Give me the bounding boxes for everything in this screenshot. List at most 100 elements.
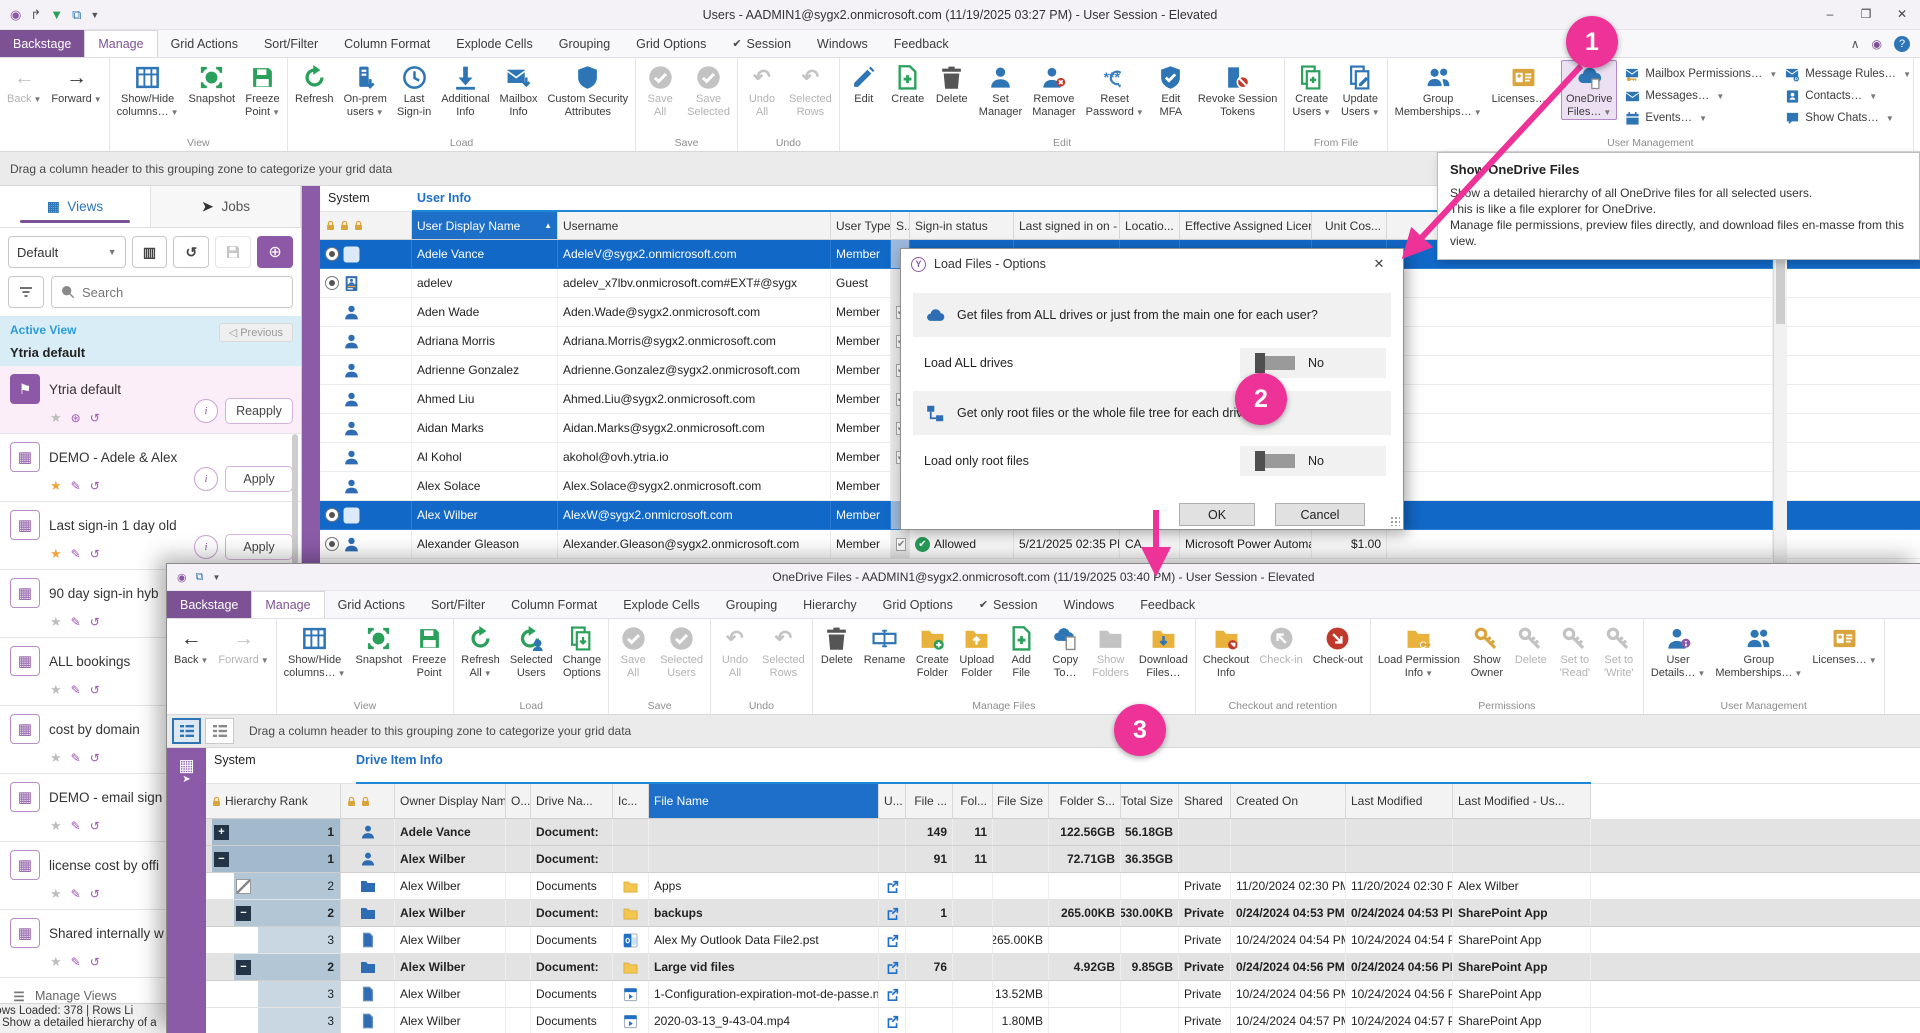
user-details-button[interactable]: UserDetails…▼	[1646, 621, 1711, 681]
user-row-alexander-gleason[interactable]: Alexander GleasonAlexander.Gleason@sygx2…	[320, 530, 1920, 559]
set-to-write-button[interactable]: Set to'Write'	[1597, 621, 1641, 680]
tab-grid-options[interactable]: Grid Options	[870, 591, 966, 618]
tab-manage[interactable]: Manage	[251, 591, 324, 618]
drive-row-1-configuration-expiration-mot-de-passe-n[interactable]: 3Alex WilberDocuments1-Configuration-exp…	[206, 981, 1920, 1008]
minus-expander-icon[interactable]: −	[214, 852, 229, 867]
sidebar-scrollbar[interactable]	[292, 434, 298, 564]
message-rules-button[interactable]: Message Rules…▼	[1785, 63, 1911, 85]
column-header-effective-assigned-licen[interactable]: Effective Assigned Licen...	[1180, 212, 1312, 240]
favorite-star-icon[interactable]: ★	[50, 410, 62, 426]
custom-security-attributes-button[interactable]: Custom SecurityAttributes	[542, 60, 633, 119]
share-icon[interactable]: ↱	[30, 7, 41, 23]
save-all-button[interactable]: SaveAll	[611, 621, 655, 680]
refresh-view-icon[interactable]: ↺	[90, 615, 100, 629]
favorite-star-icon[interactable]: ★	[50, 478, 62, 494]
show-hide-columns-button[interactable]: Show/Hidecolumns…▼	[112, 60, 184, 120]
search-input[interactable]	[82, 285, 283, 300]
mailbox-info-button[interactable]: MailboxInfo	[495, 60, 543, 119]
refresh-view-icon[interactable]: ↺	[90, 751, 100, 765]
column-header-user-display-name[interactable]: User Display Name▲	[412, 212, 558, 240]
rename-button[interactable]: Rename	[859, 621, 911, 668]
drive-row-apps[interactable]: 2Alex WilberDocumentsAppsPrivate11/20/20…	[206, 873, 1920, 900]
grid-flash-icon[interactable]: ▦	[167, 756, 206, 776]
set-to-read-button[interactable]: Set to'Read'	[1553, 621, 1597, 680]
tab-sort-filter[interactable]: Sort/Filter	[418, 591, 498, 618]
tab-session[interactable]: ✔Session	[966, 591, 1051, 618]
column-header-locatio[interactable]: Locatio...	[1120, 212, 1180, 240]
save-all-button[interactable]: SaveAll	[638, 60, 682, 119]
drive-row-adele-vance-1[interactable]: +1Adele VanceDocument:14911122.56GB56.18…	[206, 819, 1920, 846]
apply-view-button[interactable]: Apply	[225, 534, 293, 560]
undo-all-button[interactable]: ↶UndoAll	[740, 60, 784, 119]
favorite-star-icon[interactable]: ★	[50, 750, 62, 766]
edit-view-icon[interactable]: ✎	[71, 479, 81, 493]
tab-manage[interactable]: Manage	[84, 30, 157, 57]
tab-windows[interactable]: Windows	[1051, 591, 1128, 618]
show-folders-button[interactable]: ShowFolders	[1087, 621, 1134, 680]
selection-radio-icon[interactable]	[325, 276, 339, 290]
tab-column-format[interactable]: Column Format	[498, 591, 610, 618]
load-permission-info-button[interactable]: Load PermissionInfo▼	[1373, 621, 1465, 681]
filter-icon[interactable]: ▼	[50, 7, 63, 22]
selected-users-button[interactable]: SelectedUsers	[655, 621, 708, 680]
refresh-view-icon[interactable]: ↺	[90, 479, 100, 493]
edit-view-icon[interactable]: ✎	[71, 887, 81, 901]
edit-view-icon[interactable]: ✎	[71, 955, 81, 969]
refresh-view-icon[interactable]: ↺	[90, 819, 100, 833]
tab-explode-cells[interactable]: Explode Cells	[443, 30, 545, 57]
edit-view-icon[interactable]: ✎	[71, 751, 81, 765]
filter-list-button[interactable]	[8, 276, 44, 308]
column-header-owner-display-name[interactable]: Owner Display Name	[395, 784, 506, 819]
drive-row-alex-my-outlook-data-file2-pst[interactable]: 3Alex WilberDocumentsAlex My Outlook Dat…	[206, 927, 1920, 954]
minimize-button[interactable]: –	[1812, 0, 1848, 28]
copy-icon[interactable]: ⧉	[72, 7, 81, 23]
edit-view-icon[interactable]: ✎	[71, 819, 81, 833]
reset-password-button[interactable]: ***ResetPassword▼	[1081, 60, 1149, 120]
column-header-total-size[interactable]: Total Size	[1121, 784, 1179, 819]
onedrive-files-button[interactable]: OneDriveFiles…▼	[1561, 60, 1617, 120]
refresh-view-icon[interactable]: ↺	[90, 683, 100, 697]
column-header-icons[interactable]	[320, 212, 412, 240]
revoke-session-tokens-button[interactable]: Revoke SessionTokens	[1193, 60, 1283, 119]
view-item-ytria-default[interactable]: ⚑Ytria default★⊛↺iReapply	[0, 366, 301, 434]
freeze-point-button[interactable]: FreezePoint	[407, 621, 451, 680]
licenses-button[interactable]: Licenses…▼	[1807, 621, 1881, 669]
column-header-file[interactable]: File ...	[906, 784, 953, 819]
drive-row-2020-03-13-9-43-04-mp4[interactable]: 3Alex WilberDocuments2020-03-13_9-43-04.…	[206, 1008, 1920, 1033]
expand-strip-icon[interactable]: ➤	[167, 774, 206, 785]
tab-grid-actions[interactable]: Grid Actions	[158, 30, 251, 57]
save-selected-button[interactable]: SaveSelected	[682, 60, 735, 119]
tab-explode-cells[interactable]: Explode Cells	[610, 591, 712, 618]
column-header-sign-in-status[interactable]: Sign-in status	[910, 212, 1014, 240]
cancel-button[interactable]: Cancel	[1275, 503, 1365, 526]
mailbox-permissions-button[interactable]: Mailbox Permissions…▼	[1625, 63, 1777, 85]
load-root-files-toggle[interactable]	[1255, 454, 1295, 468]
tab-backstage[interactable]: Backstage	[167, 591, 251, 618]
tab-windows[interactable]: Windows	[804, 30, 881, 57]
selection-radio-icon[interactable]	[325, 508, 339, 522]
tab-backstage[interactable]: Backstage	[0, 30, 84, 57]
back-button[interactable]: ←Back▼	[2, 60, 46, 108]
column-header-fol[interactable]: Fol...	[953, 784, 993, 819]
help-icon[interactable]: ?	[1894, 36, 1910, 52]
tab-feedback[interactable]: Feedback	[881, 30, 962, 57]
hierarchy-view-button[interactable]	[172, 718, 201, 744]
edit-mfa-button[interactable]: EditMFA	[1149, 60, 1193, 119]
drive-row-backups[interactable]: −2Alex WilberDocument:backups1265.00KB53…	[206, 900, 1920, 927]
check-in-button[interactable]: Check-in	[1254, 621, 1307, 668]
events-button[interactable]: Events…▼	[1625, 107, 1777, 129]
favorite-star-icon[interactable]: ★	[50, 954, 62, 970]
tab-grouping[interactable]: Grouping	[713, 591, 790, 618]
drive-row-alex-wilber-1[interactable]: −1Alex WilberDocument:911172.71GB36.35GB	[206, 846, 1920, 873]
reapply-view-button[interactable]: Reapply	[225, 398, 293, 424]
change-options-button[interactable]: ChangeOptions	[558, 621, 607, 680]
column-header-created-on[interactable]: Created On	[1231, 784, 1346, 819]
column-header-last-modified-us[interactable]: Last Modified - Us...	[1453, 784, 1591, 819]
qat-dropdown-icon[interactable]: ▼	[212, 573, 220, 582]
check-out-button[interactable]: Check-out	[1308, 621, 1368, 668]
column-header-ic[interactable]: Ic...	[613, 784, 649, 819]
dialog-close-icon[interactable]: ✕	[1365, 256, 1393, 272]
upload-folder-button[interactable]: UploadFolder	[954, 621, 999, 680]
contacts-button[interactable]: Contacts…▼	[1785, 85, 1911, 107]
ok-button[interactable]: OK	[1179, 503, 1255, 526]
